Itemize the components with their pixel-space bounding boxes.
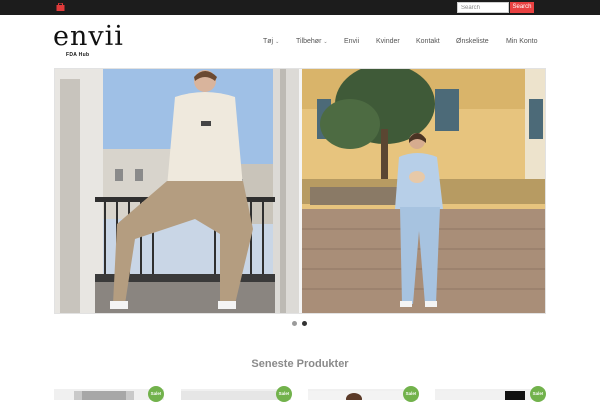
product-image [308, 391, 418, 400]
nav-item-toj[interactable]: Tøj ⌄ [263, 37, 279, 47]
product-card-2[interactable] [181, 389, 291, 400]
top-bar: Search [0, 0, 600, 15]
product-card-3[interactable] [308, 389, 418, 400]
nav-item-tilbehor[interactable]: Tilbehør ⌄ [296, 37, 328, 47]
chevron-down-icon: ⌄ [275, 39, 280, 45]
nav-item-label: Envii [344, 38, 360, 45]
search-input[interactable] [457, 2, 509, 13]
product-image [435, 391, 545, 400]
nav-item-kvinder[interactable]: Kvinder [376, 37, 400, 47]
nav-item-label: Kontakt [416, 38, 440, 45]
search-button[interactable]: Search [510, 2, 534, 13]
section-title: Seneste Produkter [251, 358, 349, 370]
slider-dot-2[interactable] [302, 321, 307, 326]
nav-item-label: Kvinder [376, 38, 400, 45]
main-nav: Tøj ⌄ Tilbehør ⌄ Envii Kvinder Kontakt Øns… [0, 37, 600, 49]
hero-slider[interactable] [54, 68, 546, 314]
nav-item-label: Tøj [263, 38, 274, 45]
chevron-down-icon: ⌄ [323, 39, 328, 45]
nav-item-onskeliste[interactable]: Ønskeliste [456, 37, 489, 47]
shopping-bag-icon[interactable] [56, 3, 65, 11]
nav-item-label: Ønskeliste [456, 38, 489, 45]
product-image [181, 391, 291, 400]
nav-item-envii[interactable]: Envii [344, 37, 359, 47]
hero-slide-image [55, 69, 545, 313]
product-card-4[interactable] [435, 389, 545, 400]
slider-dot-1[interactable] [292, 321, 297, 326]
nav-item-label: Min Konto [506, 38, 538, 45]
site-header: envii FDA Hub Tøj ⌄ Tilbehør ⌄ Envii Kvind… [0, 15, 600, 65]
logo-tagline: FDA Hub [66, 52, 90, 58]
nav-item-label: Tilbehør [296, 38, 322, 45]
nav-item-min-konto[interactable]: Min Konto [506, 37, 538, 47]
nav-item-kontakt[interactable]: Kontakt [416, 37, 440, 47]
